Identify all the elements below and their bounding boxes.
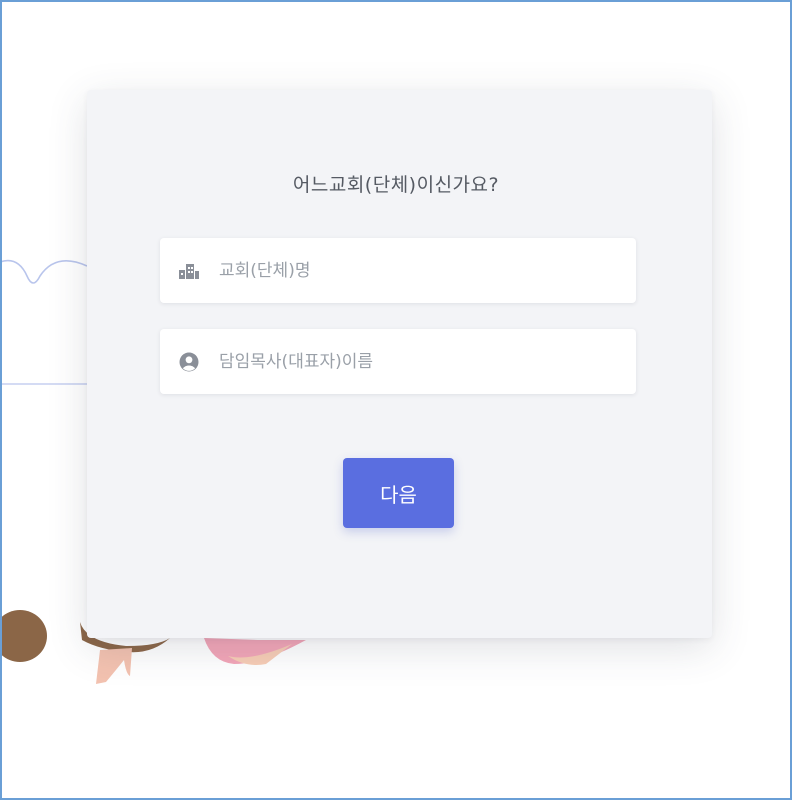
church-name-input[interactable] (219, 260, 619, 281)
pastor-name-field[interactable] (160, 329, 636, 394)
church-name-field[interactable] (160, 238, 636, 303)
next-button[interactable]: 다음 (343, 458, 454, 528)
building-icon (178, 260, 200, 282)
cloud-outline (0, 259, 88, 385)
card-title: 어느교회(단체)이신가요? (292, 174, 500, 196)
user-circle-icon (178, 351, 200, 373)
pastor-name-input[interactable] (219, 351, 619, 372)
